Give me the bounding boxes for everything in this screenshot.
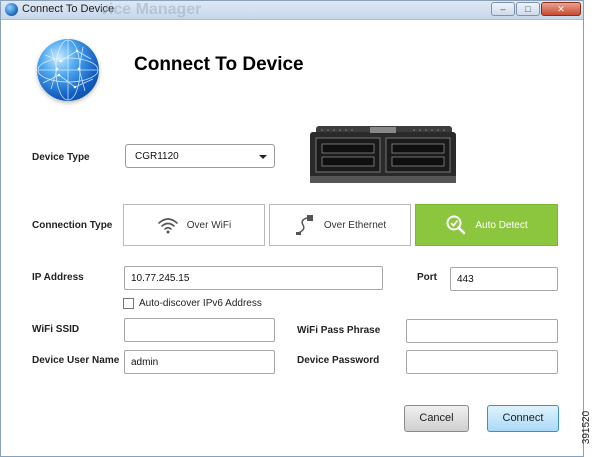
auto-detect-icon xyxy=(446,215,466,235)
background-window-title: vice Manager xyxy=(100,1,202,18)
device-type-select[interactable]: CGR1120 xyxy=(125,144,275,168)
connect-dialog: Connect To Device vice Manager – □ ✕ Con… xyxy=(0,0,584,457)
ip-address-label: IP Address xyxy=(32,272,84,283)
figure-id-text: 391520 xyxy=(581,410,593,445)
device-user-name-label: Device User Name xyxy=(32,355,120,366)
cancel-button[interactable]: Cancel xyxy=(404,405,469,432)
ipv6-autodiscover-label: Auto-discover IPv6 Address xyxy=(139,298,262,309)
wifi-icon xyxy=(157,218,178,234)
ethernet-cable-icon xyxy=(295,215,313,235)
dialog-heading: Connect To Device xyxy=(134,54,304,75)
connect-button[interactable]: Connect xyxy=(487,405,559,432)
connection-type-label: Connection Type xyxy=(32,220,113,231)
device-type-label: Device Type xyxy=(32,152,90,163)
wifi-ssid-label: WiFi SSID xyxy=(32,324,80,335)
device-user-name-input[interactable] xyxy=(124,350,275,374)
globe-icon xyxy=(37,39,99,101)
over-ethernet-button[interactable]: Over Ethernet xyxy=(269,204,411,246)
app-icon xyxy=(5,3,18,16)
maximize-button[interactable]: □ xyxy=(516,2,540,16)
over-wifi-label: Over WiFi xyxy=(186,219,232,231)
over-wifi-button[interactable]: Over WiFi xyxy=(123,204,265,246)
router-device-image xyxy=(310,124,456,185)
window-controls: – □ ✕ xyxy=(491,2,581,16)
wifi-ssid-input[interactable] xyxy=(124,318,275,342)
minimize-button[interactable]: – xyxy=(491,2,515,16)
port-label: Port xyxy=(417,272,437,283)
figure-id: 391520 xyxy=(581,400,600,457)
wifi-pass-phrase-label: WiFi Pass Phrase xyxy=(297,325,381,336)
over-ethernet-label: Over Ethernet xyxy=(323,219,387,231)
device-password-label: Device Password xyxy=(297,355,380,366)
auto-detect-button[interactable]: Auto Detect xyxy=(415,204,558,246)
wifi-pass-phrase-input[interactable] xyxy=(406,319,558,343)
auto-detect-label: Auto Detect xyxy=(475,219,528,231)
title-bar: Connect To Device vice Manager – □ ✕ xyxy=(1,1,583,20)
ipv6-autodiscover-checkbox[interactable] xyxy=(123,298,134,309)
chevron-down-icon xyxy=(259,155,267,159)
device-type-value: CGR1120 xyxy=(135,151,179,162)
ip-address-input[interactable] xyxy=(124,266,383,290)
device-password-input[interactable] xyxy=(406,350,558,374)
close-button[interactable]: ✕ xyxy=(541,2,581,16)
port-input[interactable] xyxy=(450,267,558,291)
